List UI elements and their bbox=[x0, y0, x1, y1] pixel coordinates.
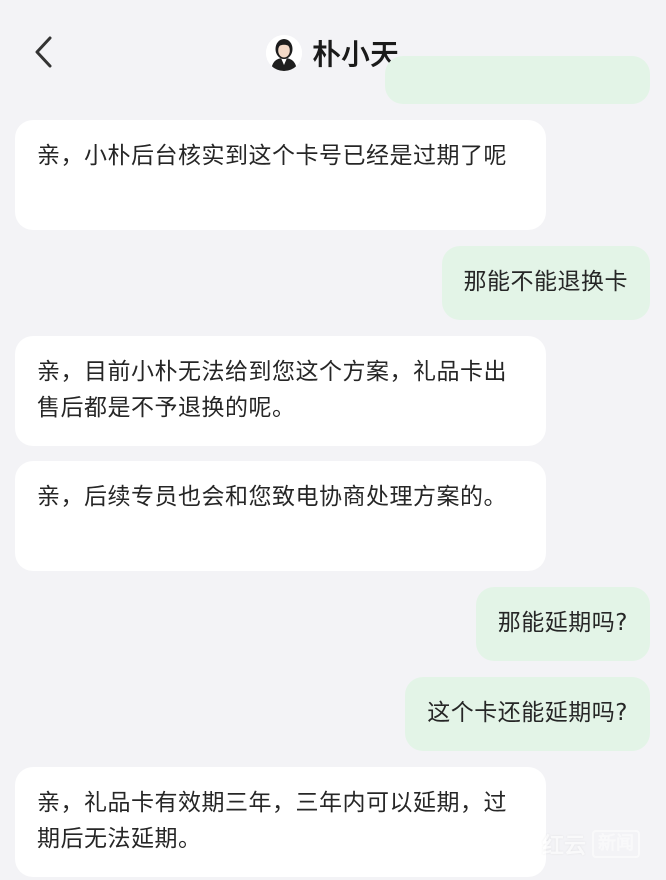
avatar[interactable] bbox=[266, 35, 303, 71]
message-bubble-incoming: 亲，目前小朴无法给到您这个方案，礼品卡出售后都是不予退换的呢。 bbox=[15, 336, 546, 446]
message-text: 亲，目前小朴无法给到您这个方案，礼品卡出售后都是不予退换的呢。 bbox=[37, 359, 507, 421]
message-text: 那能延期吗? bbox=[497, 610, 628, 636]
watermark-text: 红云 bbox=[541, 834, 586, 859]
watermark-badge: 新闻 bbox=[592, 830, 640, 858]
message-bubble-incoming: 亲，小朴后台核实到这个卡号已经是过期了呢 bbox=[15, 120, 546, 230]
message-bubble-outgoing: 这个卡还能延期吗? bbox=[405, 677, 650, 751]
message-bubble-outgoing: 那能不能退换卡 bbox=[441, 246, 650, 320]
message-text: 亲，后续专员也会和您致电协商处理方案的。 bbox=[37, 484, 507, 510]
watermark: 红云 新闻 bbox=[542, 828, 640, 860]
message-bubble-incoming: 亲，礼品卡有效期三年，三年内可以延期，过期后无法延期。 bbox=[15, 767, 546, 877]
message-bubble-outgoing bbox=[385, 56, 650, 104]
message-text: 亲，小朴后台核实到这个卡号已经是过期了呢 bbox=[37, 143, 507, 169]
message-text: 那能不能退换卡 bbox=[463, 269, 628, 295]
agent-avatar-icon bbox=[266, 35, 303, 71]
message-bubble-incoming: 亲，后续专员也会和您致电协商处理方案的。 bbox=[15, 461, 546, 571]
message-text: 亲，礼品卡有效期三年，三年内可以延期，过期后无法延期。 bbox=[37, 790, 507, 852]
message-bubble-outgoing: 那能延期吗? bbox=[475, 587, 650, 661]
message-text: 这个卡还能延期吗? bbox=[427, 700, 628, 726]
